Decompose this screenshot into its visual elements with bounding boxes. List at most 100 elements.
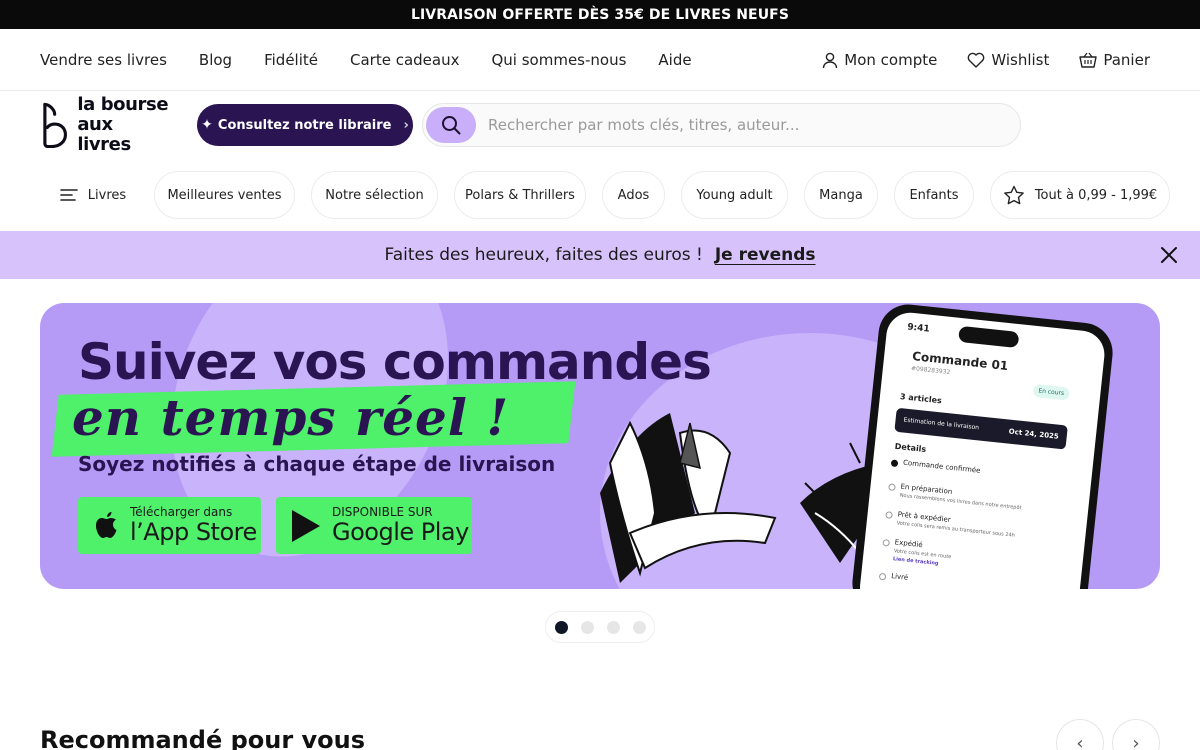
logo-line-1: la bourse xyxy=(77,94,169,115)
account-link[interactable]: Mon compte xyxy=(822,51,937,69)
step-dot xyxy=(890,459,899,468)
category-label: Notre sélection xyxy=(325,187,424,203)
hero-subtitle: Soyez notifiés à chaque étape de livrais… xyxy=(78,452,556,476)
resell-link[interactable]: Je revends xyxy=(715,245,816,265)
step-confirmed: Commande confirmée xyxy=(903,459,981,475)
step-title: Livré xyxy=(890,572,909,582)
logo-text: la bourse aux livres xyxy=(77,95,170,155)
app-store-button[interactable]: Télécharger dans l’App Store xyxy=(78,497,261,554)
category-pill[interactable]: Polars & Thrillers xyxy=(454,171,586,219)
nav-link-gift-card[interactable]: Carte cadeaux xyxy=(350,51,459,69)
carousel-pagination xyxy=(545,611,655,643)
details-heading: Details xyxy=(894,441,927,454)
google-play-big: Google Play xyxy=(332,518,469,546)
top-navigation: Vendre ses livres Blog Fidélité Carte ca… xyxy=(0,29,1200,91)
order-number: #098283932 xyxy=(910,365,951,377)
step-shipped: Expédié Votre colis est en route Lien de t… xyxy=(893,538,953,568)
category-pill[interactable]: Manga xyxy=(804,171,878,219)
hero-heading: Suivez vos commandes xyxy=(78,333,712,391)
step-delivered: Livré xyxy=(891,572,909,582)
sparkle-icon: ✦ xyxy=(201,117,213,133)
category-pill[interactable]: Young adult xyxy=(681,171,788,219)
order-status-badge: En cours xyxy=(1032,383,1070,401)
search-button[interactable] xyxy=(426,107,476,143)
category-pill-deals[interactable]: Tout à 0,99 - 1,99€ xyxy=(990,171,1170,219)
category-label: Livres xyxy=(87,187,127,203)
step-title: Commande confirmée xyxy=(902,458,981,475)
category-label: Meilleures ventes xyxy=(167,187,282,203)
logo-b-icon xyxy=(43,102,68,148)
basket-icon xyxy=(1079,52,1098,68)
category-pill[interactable]: Meilleures ventes xyxy=(154,171,295,219)
close-icon[interactable] xyxy=(1158,244,1180,266)
section-title-recommended: Recommandé pour vous xyxy=(40,726,366,750)
phone-notch xyxy=(958,325,1020,349)
category-pill[interactable]: Notre sélection xyxy=(311,171,438,219)
search-input[interactable] xyxy=(488,116,988,134)
step-dot xyxy=(882,538,890,547)
star-icon xyxy=(1004,185,1024,205)
user-icon xyxy=(823,52,838,68)
category-label: Young adult xyxy=(696,187,773,203)
category-menu-books[interactable]: Livres xyxy=(48,171,138,219)
heart-icon xyxy=(967,52,985,68)
nav-link-help[interactable]: Aide xyxy=(658,51,691,69)
carousel-dot-4[interactable] xyxy=(632,620,646,634)
chevron-right-icon: › xyxy=(403,117,409,133)
category-bar: Livres Meilleures ventes Notre sélection… xyxy=(0,171,1200,219)
nav-link-loyalty[interactable]: Fidélité xyxy=(264,51,318,69)
hero-carousel-slide[interactable]: Suivez vos commandes en temps réel ! Soy… xyxy=(40,303,1160,589)
nav-link-blog[interactable]: Blog xyxy=(199,51,232,69)
resell-banner: Faites des heureux, faites des euros ! J… xyxy=(0,231,1200,279)
book-bird-illustration xyxy=(600,413,886,583)
step-preparing: En préparation Nous rassemblons vos livre… xyxy=(899,483,1022,512)
play-icon xyxy=(292,509,320,542)
chevron-right-icon: › xyxy=(1132,732,1140,750)
app-store-text: Télécharger dans l’App Store xyxy=(130,506,257,546)
step-dot xyxy=(878,572,887,581)
search-bar xyxy=(422,103,1021,147)
carousel-dot-2[interactable] xyxy=(580,620,594,634)
site-logo[interactable]: la bourse aux livres xyxy=(40,95,170,155)
category-label: Polars & Thrillers xyxy=(465,187,575,203)
category-label: Enfants xyxy=(909,187,959,203)
logo-line-2: aux livres xyxy=(77,114,131,155)
google-play-button[interactable]: DISPONIBLE SUR Google Play xyxy=(276,497,472,554)
menu-icon xyxy=(59,189,78,201)
carousel-dot-1[interactable] xyxy=(554,620,568,634)
phone-mockup: 9:41 Commande 01 #098283932 En cours 3 a… xyxy=(849,303,1116,589)
step-dot xyxy=(888,483,896,491)
estimate-date: Oct 24, 2025 xyxy=(1008,427,1060,441)
chevron-left-icon: ‹ xyxy=(1076,732,1084,750)
step-dot xyxy=(885,511,893,519)
account-label: Mon compte xyxy=(844,51,938,69)
articles-count: 3 articles xyxy=(899,392,943,406)
carousel-dot-3[interactable] xyxy=(606,620,620,634)
estimate-label: Estimation de la livraison xyxy=(903,416,980,432)
category-pill[interactable]: Ados xyxy=(602,171,665,219)
category-label: Manga xyxy=(819,187,863,203)
banner-text: Faites des heureux, faites des euros ! xyxy=(384,245,703,265)
account-links: Mon compte Wishlist Panier xyxy=(792,29,1150,91)
phone-time: 9:41 xyxy=(906,322,931,335)
apple-icon xyxy=(96,511,117,538)
consult-bookseller-button[interactable]: ✦ Consultez notre libraire › xyxy=(197,104,413,146)
nav-link-about[interactable]: Qui sommes-nous xyxy=(491,51,626,69)
category-pill[interactable]: Enfants xyxy=(894,171,974,219)
promo-text: LIVRAISON OFFERTE DÈS 35€ DE LIVRES NEUF… xyxy=(410,6,790,23)
promo-banner: LIVRAISON OFFERTE DÈS 35€ DE LIVRES NEUF… xyxy=(0,0,1200,29)
next-button[interactable]: › xyxy=(1112,719,1160,750)
delivery-estimate: Estimation de la livraison Oct 24, 2025 xyxy=(894,407,1068,450)
cart-link[interactable]: Panier xyxy=(1079,51,1150,69)
step-ready: Prêt à expédier Votre colis sera remis au… xyxy=(896,510,1016,538)
hero-script-text: en temps réel ! xyxy=(72,388,510,447)
nav-link-sell-books[interactable]: Vendre ses livres xyxy=(40,51,167,69)
wishlist-link[interactable]: Wishlist xyxy=(967,51,1049,69)
category-label: Ados xyxy=(617,187,650,203)
cart-label: Panier xyxy=(1103,51,1150,69)
google-play-text: DISPONIBLE SUR Google Play xyxy=(332,506,469,546)
app-store-big: l’App Store xyxy=(130,518,257,546)
prev-button[interactable]: ‹ xyxy=(1056,719,1104,750)
top-links: Vendre ses livres Blog Fidélité Carte ca… xyxy=(40,29,724,91)
search-icon xyxy=(442,116,461,135)
